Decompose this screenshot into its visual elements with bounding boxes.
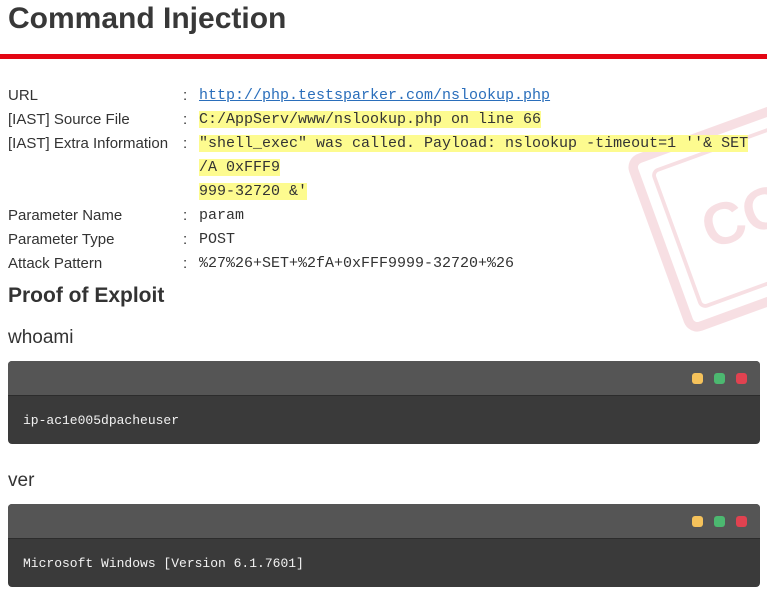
- parameter-type-value: POST: [199, 231, 236, 248]
- detail-row-url: URL : http://php.testsparker.com/nslooku…: [8, 84, 754, 108]
- red-dot-icon: [736, 373, 747, 384]
- detail-label: [IAST] Source File: [8, 111, 130, 128]
- yellow-dot-icon: [692, 373, 703, 384]
- command-label: ver: [8, 470, 35, 491]
- detail-separator: :: [183, 135, 188, 152]
- detail-separator: :: [183, 255, 188, 272]
- red-dot-icon: [736, 516, 747, 527]
- terminal-window: Microsoft Windows [Version 6.1.7601]: [8, 504, 760, 587]
- terminal-output: ip-ac1e005dpacheuser: [23, 412, 180, 428]
- detail-separator: :: [183, 207, 188, 224]
- detail-row-extra-info: [IAST] Extra Information : "shell_exec" …: [8, 132, 754, 204]
- terminal-header: [8, 504, 760, 539]
- detail-label: URL: [8, 87, 39, 104]
- title-underline: [0, 54, 767, 59]
- command-label: whoami: [8, 327, 74, 348]
- detail-label: Parameter Type: [8, 231, 115, 248]
- attack-pattern-value: %27%26+SET+%2fA+0xFFF9999-32720+%26: [199, 255, 515, 272]
- page-title: Command Injection: [8, 2, 287, 35]
- url-link[interactable]: http://php.testsparker.com/nslookup.php: [199, 87, 550, 104]
- detail-row-parameter-name: Parameter Name : param: [8, 204, 754, 228]
- vulnerability-details: URL : http://php.testsparker.com/nslooku…: [8, 84, 754, 276]
- terminal-header: [8, 361, 760, 396]
- terminal-output: Microsoft Windows [Version 6.1.7601]: [23, 555, 304, 571]
- detail-label: Attack Pattern: [8, 255, 103, 272]
- green-dot-icon: [714, 373, 725, 384]
- source-file-value: C:/AppServ/www/nslookup.php on line 66: [199, 111, 542, 128]
- proof-of-exploit-heading: Proof of Exploit: [8, 284, 165, 307]
- green-dot-icon: [714, 516, 725, 527]
- yellow-dot-icon: [692, 516, 703, 527]
- detail-row-parameter-type: Parameter Type : POST: [8, 228, 754, 252]
- detail-label: [IAST] Extra Information: [8, 135, 169, 152]
- detail-row-source-file: [IAST] Source File : C:/AppServ/www/nslo…: [8, 108, 754, 132]
- extra-info-value-line2: 999-32720 &': [199, 183, 308, 200]
- detail-label: Parameter Name: [8, 207, 123, 224]
- parameter-name-value: param: [199, 207, 245, 224]
- detail-row-attack-pattern: Attack Pattern : %27%26+SET+%2fA+0xFFF99…: [8, 252, 754, 276]
- detail-separator: :: [183, 231, 188, 248]
- detail-separator: :: [183, 87, 188, 104]
- terminal-window: ip-ac1e005dpacheuser: [8, 361, 760, 444]
- extra-info-value-line1: "shell_exec" was called. Payload: nslook…: [199, 135, 749, 176]
- detail-separator: :: [183, 111, 188, 128]
